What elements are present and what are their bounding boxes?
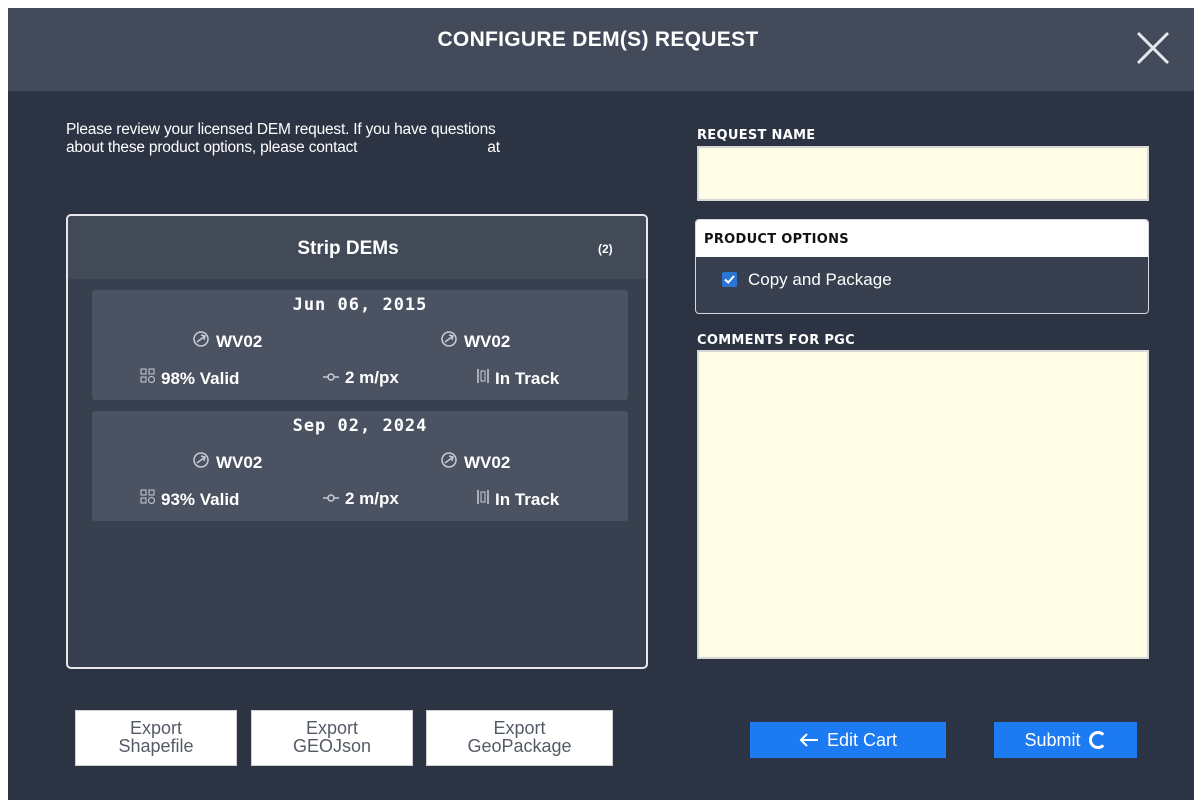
valid-coverage-icon (140, 489, 156, 510)
satellite-icon (440, 451, 458, 474)
dem-track: In Track (476, 368, 559, 389)
dem-date: Sep 02, 2024 (292, 416, 428, 436)
dem-item[interactable]: Jun 06, 2015 WV02 WV02 98% Valid 2 m/px (92, 290, 628, 400)
satellite-name: WV02 (464, 331, 511, 351)
dem-item[interactable]: Sep 02, 2024 WV02 WV02 93% Valid 2 m/px (92, 411, 628, 521)
intro-line-1: Please review your licensed DEM request.… (66, 121, 496, 138)
strip-dems-count: (2) (598, 242, 613, 256)
valid-percent: 98% Valid (161, 368, 240, 388)
track-mode: In Track (495, 368, 560, 388)
satellite-icon (192, 451, 210, 474)
satellite-icon (440, 330, 458, 353)
dem-satellite-left: WV02 (192, 330, 262, 353)
satellite-name: WV02 (464, 452, 511, 472)
checkmark-icon (724, 275, 735, 284)
resolution-icon (322, 368, 340, 388)
comments-label: COMMENTS FOR PGC (697, 333, 855, 348)
edit-cart-button[interactable]: Edit Cart (750, 722, 946, 758)
export-geopackage-button[interactable]: Export GeoPackage (426, 710, 613, 766)
export-geojson-button[interactable]: Export GEOJson (251, 710, 413, 766)
valid-percent: 93% Valid (161, 489, 240, 509)
dem-resolution: 2 m/px (322, 368, 399, 388)
resolution-value: 2 m/px (345, 489, 399, 508)
in-track-icon (476, 489, 490, 510)
dem-track: In Track (476, 489, 559, 510)
loading-spinner-icon (1088, 731, 1107, 749)
valid-coverage-icon (140, 368, 156, 389)
resolution-icon (322, 489, 340, 509)
dem-valid: 93% Valid (140, 489, 239, 510)
resolution-value: 2 m/px (345, 368, 399, 387)
strip-dems-title: Strip DEMs (297, 238, 399, 259)
intro-line-2: about these product options, please cont… (66, 139, 646, 157)
dem-satellite-right: WV02 (440, 451, 510, 474)
request-name-input[interactable] (697, 146, 1149, 201)
product-options-label: PRODUCT OPTIONS (704, 232, 849, 247)
dem-satellite-right: WV02 (440, 330, 510, 353)
satellite-icon (192, 330, 210, 353)
strip-dems-panel: Strip DEMs (2) Jun 06, 2015 WV02 WV02 98… (66, 214, 648, 669)
satellite-name: WV02 (216, 452, 263, 472)
dem-valid: 98% Valid (140, 368, 239, 389)
close-button[interactable] (1135, 30, 1171, 66)
intro-line-2-end: at (487, 139, 500, 156)
export-shapefile-button[interactable]: Export Shapefile (75, 710, 237, 766)
strip-dems-header: Strip DEMs (2) (68, 216, 646, 279)
close-icon (1136, 31, 1170, 65)
product-options-header: PRODUCT OPTIONS (696, 220, 1148, 257)
submit-button[interactable]: Submit (994, 722, 1137, 758)
comments-textarea[interactable] (697, 350, 1149, 659)
request-name-label: REQUEST NAME (697, 128, 816, 143)
copy-package-checkbox[interactable] (722, 272, 737, 287)
satellite-name: WV02 (216, 331, 263, 351)
copy-package-label: Copy and Package (748, 270, 892, 289)
dem-satellite-left: WV02 (192, 451, 262, 474)
intro-text: Please review your licensed DEM request.… (66, 121, 646, 157)
dem-date: Jun 06, 2015 (292, 295, 428, 315)
submit-label: Submit (1024, 729, 1081, 750)
dialog-title: CONFIGURE DEM(S) REQUEST (437, 28, 759, 51)
arrow-left-icon (799, 733, 818, 747)
product-options-panel: PRODUCT OPTIONS (695, 219, 1149, 314)
intro-line-2-start: about these product options, please cont… (66, 139, 358, 156)
track-mode: In Track (495, 489, 560, 509)
edit-cart-label: Edit Cart (826, 729, 898, 750)
in-track-icon (476, 368, 490, 389)
dem-resolution: 2 m/px (322, 489, 399, 509)
